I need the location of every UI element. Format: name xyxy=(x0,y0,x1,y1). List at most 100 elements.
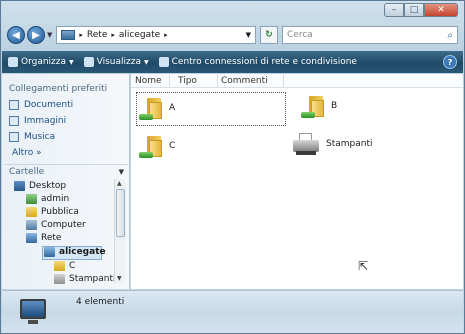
network-center-icon xyxy=(158,57,169,67)
tree-scrollbar[interactable]: ▲ ▼ xyxy=(114,179,126,283)
shared-folder-icon xyxy=(54,261,65,271)
favorite-immagini[interactable]: Immagini xyxy=(9,116,66,126)
favorite-documenti[interactable]: Documenti xyxy=(9,100,73,110)
network-computer-icon xyxy=(16,297,52,327)
printer-icon xyxy=(291,132,321,156)
close-button[interactable]: ✕ xyxy=(424,3,458,17)
help-button[interactable]: ? xyxy=(443,55,457,69)
breadcrumb-alicegate[interactable]: alicegate xyxy=(119,30,160,40)
music-icon xyxy=(9,132,19,142)
item-label: B xyxy=(331,101,338,111)
favorite-label: Documenti xyxy=(24,100,74,110)
tree-node-admin[interactable]: admin xyxy=(26,194,69,204)
organize-icon xyxy=(8,57,18,67)
item-label: A xyxy=(169,103,176,113)
tree-label: Rete xyxy=(41,233,62,243)
user-folder-icon xyxy=(26,194,37,204)
tree-label: Computer xyxy=(41,220,86,230)
tree-label: alicegate xyxy=(59,247,106,257)
address-dropdown-icon[interactable]: ▼ xyxy=(246,31,251,39)
column-divider[interactable] xyxy=(169,75,170,87)
minimize-button[interactable]: – xyxy=(384,3,404,17)
item-count: 4 elementi xyxy=(76,297,125,307)
network-computer-icon xyxy=(44,247,55,257)
network-center-label: Centro connessioni di rete e condivision… xyxy=(171,57,357,67)
scroll-up-arrow[interactable]: ▲ xyxy=(117,180,122,187)
folder-icon xyxy=(26,207,37,217)
views-icon xyxy=(83,57,94,67)
breadcrumb-rete[interactable]: Rete xyxy=(87,30,107,40)
share-item-c[interactable]: C xyxy=(139,134,175,158)
command-bar: Organizza ▼ Visualizza ▼ Centro connessi… xyxy=(2,51,463,73)
column-divider[interactable] xyxy=(217,75,218,87)
tree-label: Desktop xyxy=(29,181,67,191)
search-placeholder: Cerca xyxy=(287,30,313,40)
caption-buttons: – □ ✕ xyxy=(384,3,458,17)
tree-node-desktop[interactable]: Desktop xyxy=(14,181,66,191)
shared-folder-icon xyxy=(301,94,325,118)
breadcrumb-separator[interactable]: ▸ xyxy=(111,31,115,39)
breadcrumb-separator[interactable]: ▸ xyxy=(79,31,83,39)
address-row: ◀ ▶ ▼ ▸ Rete ▸ alicegate ▸ ▼ ↻ Cerca ⌕ xyxy=(7,23,458,47)
printers-item[interactable]: Stampanti xyxy=(291,132,373,156)
network-icon xyxy=(26,233,37,243)
recent-pages-dropdown[interactable]: ▼ xyxy=(47,31,52,39)
scrollbar-thumb[interactable] xyxy=(116,189,125,237)
column-tipo[interactable]: Tipo xyxy=(178,76,197,86)
chevron-down-icon: ▼ xyxy=(144,58,149,66)
favorites-title: Collegamenti preferiti xyxy=(9,84,108,94)
tree-node-computer[interactable]: Computer xyxy=(26,220,86,230)
tree-node-c[interactable]: C xyxy=(54,261,75,271)
organize-label: Organizza xyxy=(21,57,67,67)
column-divider[interactable] xyxy=(283,75,284,87)
tree-node-rete[interactable]: Rete xyxy=(26,233,61,243)
computer-icon xyxy=(26,220,37,230)
views-label: Visualizza xyxy=(96,57,141,67)
folder-tree: Desktop admin Pubblica Computer Rete ali… xyxy=(4,179,114,291)
column-nome[interactable]: Nome xyxy=(135,76,162,86)
tree-node-alicegate[interactable]: alicegate xyxy=(44,247,106,257)
tree-node-stampanti[interactable]: Stampanti xyxy=(54,274,114,284)
network-center-button[interactable]: Centro connessioni di rete e condivision… xyxy=(158,57,357,67)
mouse-cursor-icon: ⇱ xyxy=(358,259,369,273)
folders-title: Cartelle xyxy=(9,166,45,177)
item-label: C xyxy=(169,141,176,151)
network-icon xyxy=(61,30,76,40)
tree-label: admin xyxy=(41,194,70,204)
chevron-down-icon: ▼ xyxy=(69,58,74,66)
tree-label: Stampanti xyxy=(69,274,114,284)
search-input[interactable]: Cerca ⌕ xyxy=(282,26,458,44)
chevron-down-icon: ▼ xyxy=(118,167,124,176)
favorites-more-link[interactable]: Altro » xyxy=(12,148,42,158)
address-bar[interactable]: ▸ Rete ▸ alicegate ▸ ▼ xyxy=(56,26,256,44)
favorite-musica[interactable]: Musica xyxy=(9,132,55,142)
explorer-window: – □ ✕ ◀ ▶ ▼ ▸ Rete ▸ alicegate ▸ ▼ ↻ Cer… xyxy=(0,0,465,334)
shared-folder-icon xyxy=(139,134,163,158)
item-label: Stampanti xyxy=(326,139,373,149)
views-menu[interactable]: Visualizza ▼ xyxy=(83,57,149,67)
tree-label: Pubblica xyxy=(41,207,79,217)
scroll-down-arrow[interactable]: ▼ xyxy=(117,275,122,282)
shared-folder-icon xyxy=(139,96,163,120)
column-commenti[interactable]: Commenti xyxy=(221,76,268,86)
printer-icon xyxy=(54,274,65,284)
pictures-icon xyxy=(9,116,19,126)
organize-menu[interactable]: Organizza ▼ xyxy=(8,57,74,67)
search-icon[interactable]: ⌕ xyxy=(447,30,453,41)
documents-icon xyxy=(9,100,19,110)
folders-header[interactable]: Cartelle ▼ xyxy=(5,164,128,178)
share-item-b[interactable]: B xyxy=(301,94,337,118)
file-list-pane: Nome Tipo Commenti A B C Stampanti ⇱ xyxy=(131,74,463,289)
breadcrumb-separator[interactable]: ▸ xyxy=(164,31,168,39)
refresh-button[interactable]: ↻ xyxy=(260,26,278,44)
back-button[interactable]: ◀ xyxy=(7,26,25,44)
desktop-icon xyxy=(14,181,25,191)
share-item-a[interactable]: A xyxy=(139,96,175,120)
column-header-row: Nome Tipo Commenti xyxy=(131,74,463,88)
forward-button[interactable]: ▶ xyxy=(27,26,45,44)
maximize-button[interactable]: □ xyxy=(404,3,424,17)
details-pane: 4 elementi xyxy=(2,290,463,333)
tree-node-pubblica[interactable]: Pubblica xyxy=(26,207,79,217)
favorite-label: Musica xyxy=(24,132,56,142)
tree-label: C xyxy=(69,261,76,271)
